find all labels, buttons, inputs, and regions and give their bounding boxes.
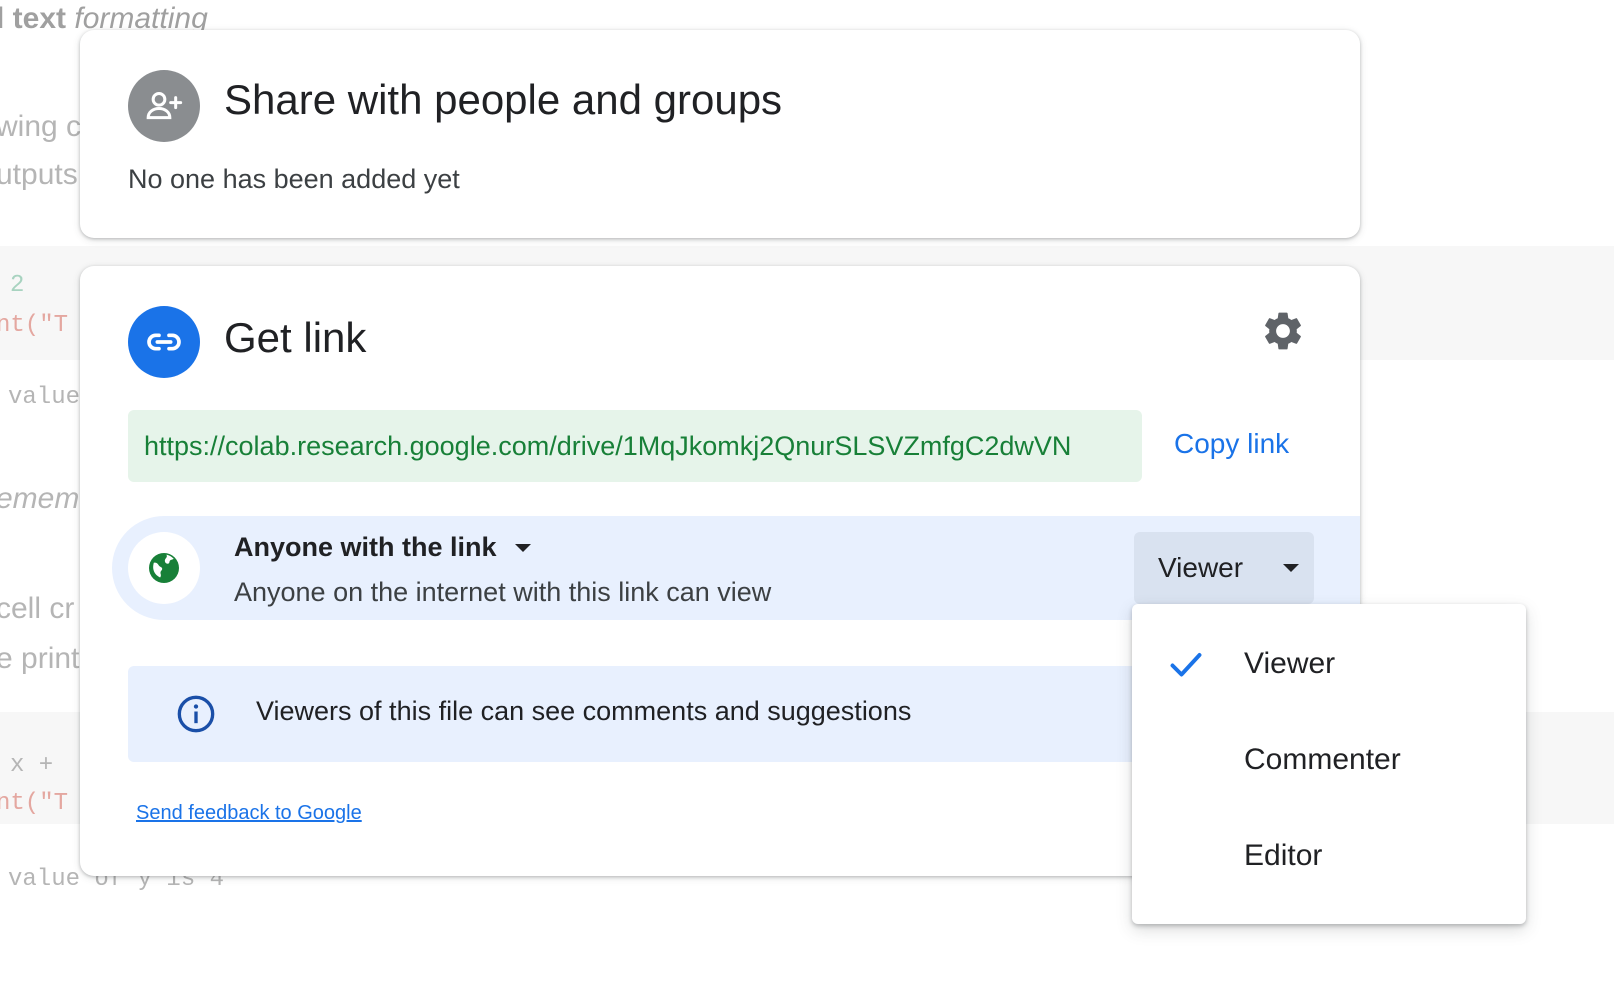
role-menu: Viewer Commenter Editor [1132,604,1526,924]
copy-link-button[interactable]: Copy link [1174,428,1289,460]
menu-item-label: Viewer [1244,647,1336,680]
share-title: Share with people and groups [224,76,783,123]
info-icon [177,695,215,733]
access-description: Anyone on the internet with this link ca… [234,577,772,607]
gear-icon[interactable] [1260,308,1306,354]
info-text: Viewers of this file can see comments an… [256,696,912,726]
check-icon [1170,653,1202,677]
access-scope-dropdown[interactable]: Anyone with the link [234,532,531,563]
link-icon [128,306,200,378]
bg-fragment: value [8,384,81,411]
get-link-title: Get link [224,314,367,361]
globe-icon [128,532,200,604]
menu-item-commenter[interactable]: Commenter [1132,712,1526,808]
bg-fragment: emem [0,482,80,515]
bg-fragment: nt("T [0,312,69,339]
bg-fragment: 2 [10,272,25,299]
menu-item-viewer[interactable]: Viewer [1132,616,1526,712]
bg-fragment: cell cr [0,592,75,625]
share-people-card: Share with people and groups No one has … [80,30,1360,238]
role-dropdown-button[interactable]: Viewer [1134,532,1314,604]
bg-fragment: e print [0,642,80,675]
chevron-down-icon [1283,564,1300,572]
bg-fragment: x + [10,752,54,779]
menu-item-editor[interactable]: Editor [1132,808,1526,904]
send-feedback-link[interactable]: Send feedback to Google [136,802,362,825]
bg-fragment: wing c [0,110,82,143]
person-add-icon[interactable] [128,70,200,142]
bg-fragment: utputs [0,158,78,191]
role-dropdown-label: Viewer [1158,552,1244,583]
chevron-down-icon [514,543,531,552]
share-subtitle: No one has been added yet [128,164,460,194]
bg-fragment: nt("T [0,790,69,817]
info-banner: Viewers of this file can see comments an… [128,666,1168,762]
menu-item-label: Editor [1244,839,1323,872]
share-url-text[interactable]: https://colab.research.google.com/drive/… [144,431,1126,462]
menu-item-label: Commenter [1244,743,1401,776]
share-url-field[interactable]: https://colab.research.google.com/drive/… [128,410,1142,482]
access-scope-label: Anyone with the link [234,532,497,562]
